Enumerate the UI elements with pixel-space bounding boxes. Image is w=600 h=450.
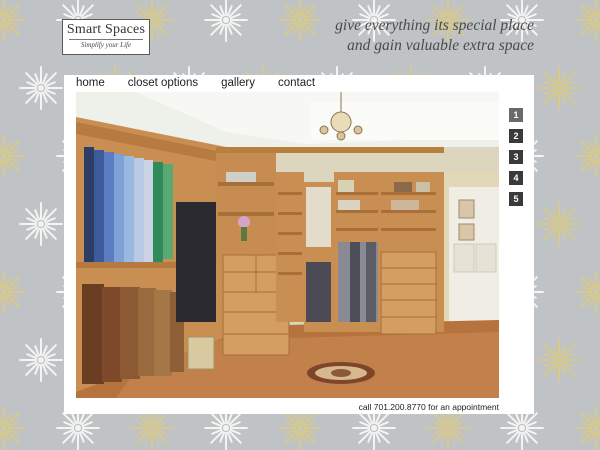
slide-pager: 1 2 3 4 5	[509, 108, 523, 213]
tagline-line-1: give everything its special place	[335, 17, 534, 34]
nav-gallery[interactable]: gallery	[221, 76, 255, 92]
starburst-ornament	[574, 406, 600, 450]
pager-button-4[interactable]: 4	[509, 171, 523, 185]
logo-divider	[69, 39, 143, 40]
starburst-ornament	[0, 134, 26, 178]
starburst-ornament	[0, 0, 26, 42]
starburst-ornament	[537, 202, 581, 246]
starburst-ornament	[0, 406, 26, 450]
starburst-ornament	[19, 338, 63, 382]
pager-button-1[interactable]: 1	[509, 108, 523, 122]
nav-closet-options[interactable]: closet options	[128, 76, 198, 92]
logo-tagline: Simplify your Life	[80, 41, 132, 49]
pager-button-3[interactable]: 3	[509, 150, 523, 164]
tagline-line-2: and gain valuable extra space	[347, 37, 534, 54]
starburst-ornament	[574, 0, 600, 42]
starburst-ornament	[574, 134, 600, 178]
appointment-note: call 701.200.8770 for an appointment	[358, 402, 499, 412]
closet-photo	[76, 92, 499, 398]
starburst-ornament	[574, 270, 600, 314]
header-tagline: give everything its special place and ga…	[234, 16, 534, 56]
logo[interactable]: Smart Spaces Simplify your Life	[62, 19, 150, 55]
logo-name: Smart Spaces	[66, 22, 146, 37]
main-nav: home closet options gallery contact	[76, 76, 338, 92]
pager-button-5[interactable]: 5	[509, 192, 523, 206]
pager-button-2[interactable]: 2	[509, 129, 523, 143]
starburst-ornament	[19, 66, 63, 110]
starburst-ornament	[537, 66, 581, 110]
starburst-ornament	[537, 338, 581, 382]
starburst-ornament	[19, 202, 63, 246]
starburst-ornament	[0, 270, 26, 314]
nav-home[interactable]: home	[76, 76, 105, 92]
nav-contact[interactable]: contact	[278, 76, 315, 92]
